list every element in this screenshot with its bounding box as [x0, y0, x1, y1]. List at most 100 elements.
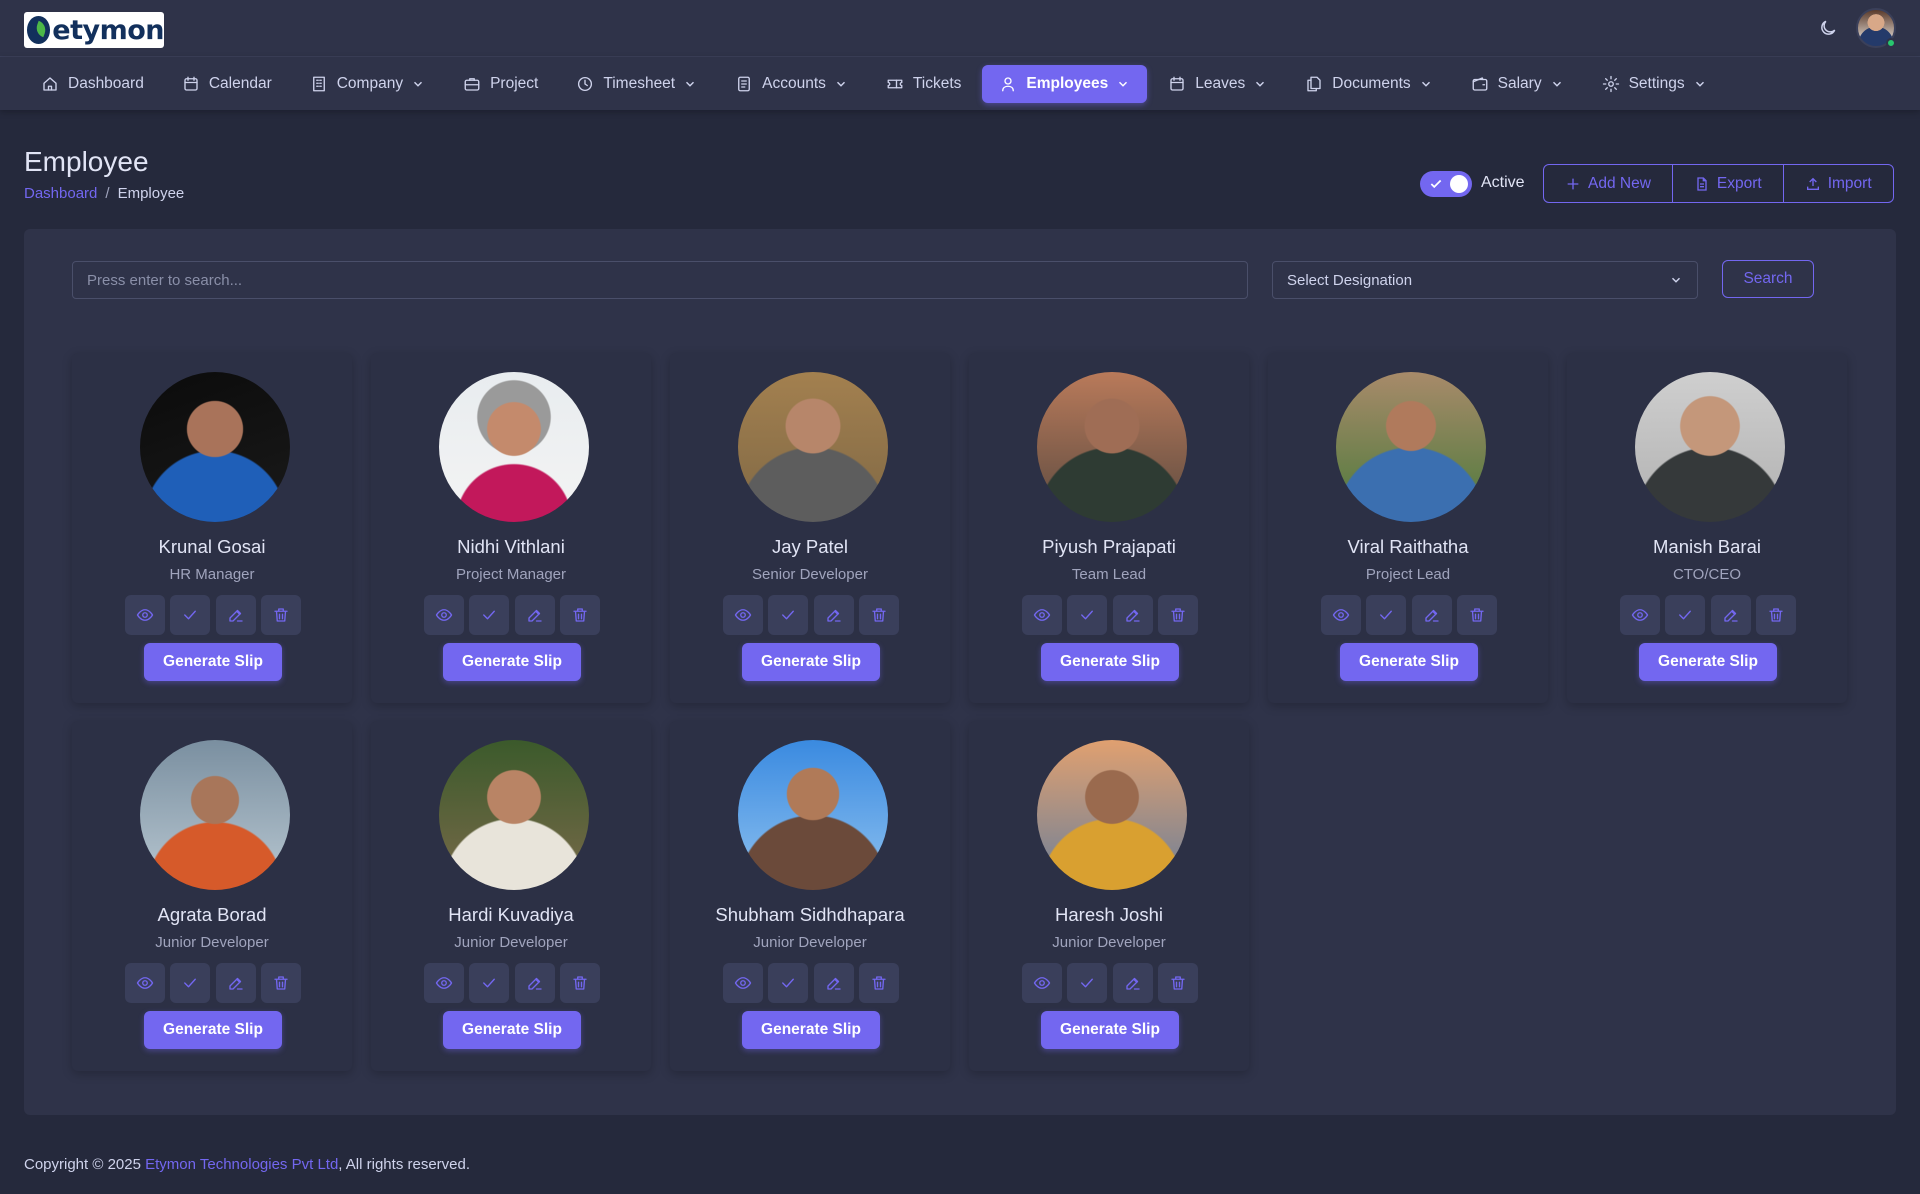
employee-card: Nidhi Vithlani Project Manager Generate Sl… [371, 353, 651, 703]
employee-designation: Junior Developer [454, 934, 568, 951]
view-employee-button[interactable] [424, 595, 464, 635]
moon-icon[interactable] [1816, 16, 1840, 40]
eye-icon [734, 974, 752, 992]
delete-employee-button[interactable] [1755, 595, 1796, 635]
employee-name: Viral Raithatha [1347, 536, 1469, 557]
view-employee-button[interactable] [1022, 963, 1062, 1003]
employee-card: Piyush Prajapati Team Lead Generate Slip [969, 353, 1249, 703]
search-input[interactable] [72, 261, 1248, 299]
generate-slip-button[interactable]: Generate Slip [1639, 643, 1777, 681]
top-bar: etymon [0, 0, 1920, 57]
view-employee-button[interactable] [424, 963, 464, 1003]
brand-logo[interactable]: etymon [24, 12, 164, 48]
delete-employee-button[interactable] [559, 595, 600, 635]
approve-employee-button[interactable] [170, 963, 211, 1003]
add-new-button[interactable]: Add New [1544, 165, 1673, 202]
edit-employee-button[interactable] [1112, 963, 1153, 1003]
employee-actions [125, 963, 301, 1003]
employee-card: Agrata Borad Junior Developer Generate Sli… [72, 721, 352, 1071]
generate-slip-button[interactable]: Generate Slip [443, 643, 581, 681]
search-button[interactable]: Search [1722, 260, 1814, 298]
nav-item-timesheet[interactable]: Timesheet [559, 65, 714, 103]
edit-icon [1124, 606, 1142, 624]
nav-item-label: Salary [1497, 74, 1542, 92]
generate-slip-button[interactable]: Generate Slip [1041, 643, 1179, 681]
edit-employee-button[interactable] [813, 963, 854, 1003]
nav-item-label: Company [336, 74, 404, 92]
delete-employee-button[interactable] [260, 963, 301, 1003]
delete-employee-button[interactable] [1456, 595, 1497, 635]
generate-slip-button[interactable]: Generate Slip [1041, 1011, 1179, 1049]
approve-employee-button[interactable] [469, 963, 510, 1003]
generate-slip-button[interactable]: Generate Slip [144, 1011, 282, 1049]
approve-employee-button[interactable] [1366, 595, 1407, 635]
designation-select[interactable]: Select Designation [1272, 261, 1698, 299]
approve-employee-button[interactable] [768, 963, 809, 1003]
delete-employee-button[interactable] [858, 595, 899, 635]
delete-employee-button[interactable] [1157, 595, 1198, 635]
nav-item-salary[interactable]: Salary [1454, 65, 1581, 103]
edit-employee-button[interactable] [1411, 595, 1452, 635]
footer-rights: , All rights reserved. [338, 1156, 471, 1173]
employee-name: Hardi Kuvadiya [448, 904, 574, 925]
delete-employee-button[interactable] [559, 963, 600, 1003]
nav-item-employees[interactable]: Employees [982, 64, 1148, 103]
edit-employee-button[interactable] [1112, 595, 1153, 635]
employee-actions [1022, 595, 1198, 635]
view-employee-button[interactable] [723, 963, 763, 1003]
view-employee-button[interactable] [1321, 595, 1361, 635]
approve-employee-button[interactable] [469, 595, 510, 635]
view-employee-button[interactable] [1022, 595, 1062, 635]
edit-employee-button[interactable] [514, 963, 555, 1003]
employee-name: Shubham Sidhdhapara [715, 904, 905, 925]
nav-item-company[interactable]: Company [293, 65, 442, 103]
view-employee-button[interactable] [125, 595, 165, 635]
delete-employee-button[interactable] [858, 963, 899, 1003]
view-employee-button[interactable] [125, 963, 165, 1003]
footer-company-link[interactable]: Etymon Technologies Pvt Ltd [145, 1156, 338, 1173]
edit-employee-button[interactable] [215, 963, 256, 1003]
edit-employee-button[interactable] [215, 595, 256, 635]
approve-employee-button[interactable] [1067, 595, 1108, 635]
generate-slip-button[interactable]: Generate Slip [1340, 643, 1478, 681]
chevron-down-icon [1421, 81, 1430, 87]
view-employee-button[interactable] [1620, 595, 1660, 635]
import-button[interactable]: Import [1784, 165, 1893, 202]
edit-employee-button[interactable] [1710, 595, 1751, 635]
active-toggle[interactable] [1420, 171, 1472, 197]
employee-actions [1321, 595, 1497, 635]
nav-item-leaves[interactable]: Leaves [1151, 65, 1284, 103]
employee-avatar [738, 740, 888, 890]
view-employee-button[interactable] [723, 595, 763, 635]
nav-item-label: Dashboard [68, 74, 144, 92]
nav-item-dashboard[interactable]: Dashboard [24, 65, 161, 103]
nav-item-documents[interactable]: Documents [1288, 65, 1449, 103]
nav-item-tickets[interactable]: Tickets [869, 65, 979, 103]
edit-icon [1722, 606, 1740, 624]
delete-employee-button[interactable] [1157, 963, 1198, 1003]
generate-slip-button[interactable]: Generate Slip [742, 643, 880, 681]
edit-employee-button[interactable] [514, 595, 555, 635]
generate-slip-button[interactable]: Generate Slip [443, 1011, 581, 1049]
nav-item-project[interactable]: Project [446, 65, 555, 103]
approve-employee-button[interactable] [1067, 963, 1108, 1003]
nav-item-settings[interactable]: Settings [1585, 65, 1724, 103]
nav-item-calendar[interactable]: Calendar [165, 65, 289, 103]
edit-icon [227, 606, 245, 624]
employee-card: Manish Barai CTO/CEO Generate Slip [1567, 353, 1847, 703]
edit-icon [825, 974, 843, 992]
approve-employee-button[interactable] [1665, 595, 1706, 635]
approve-employee-button[interactable] [768, 595, 809, 635]
nav-item-accounts[interactable]: Accounts [718, 65, 865, 103]
edit-employee-button[interactable] [813, 595, 854, 635]
upload-icon [1806, 177, 1819, 190]
employee-card: Krunal Gosai HR Manager Generate Slip [72, 353, 352, 703]
export-button[interactable]: Export [1673, 165, 1784, 202]
breadcrumb-dashboard-link[interactable]: Dashboard [24, 185, 97, 202]
trash-icon [571, 974, 589, 992]
delete-employee-button[interactable] [260, 595, 301, 635]
generate-slip-button[interactable]: Generate Slip [144, 643, 282, 681]
generate-slip-button[interactable]: Generate Slip [742, 1011, 880, 1049]
nav-item-label: Tickets [912, 74, 962, 92]
approve-employee-button[interactable] [170, 595, 211, 635]
